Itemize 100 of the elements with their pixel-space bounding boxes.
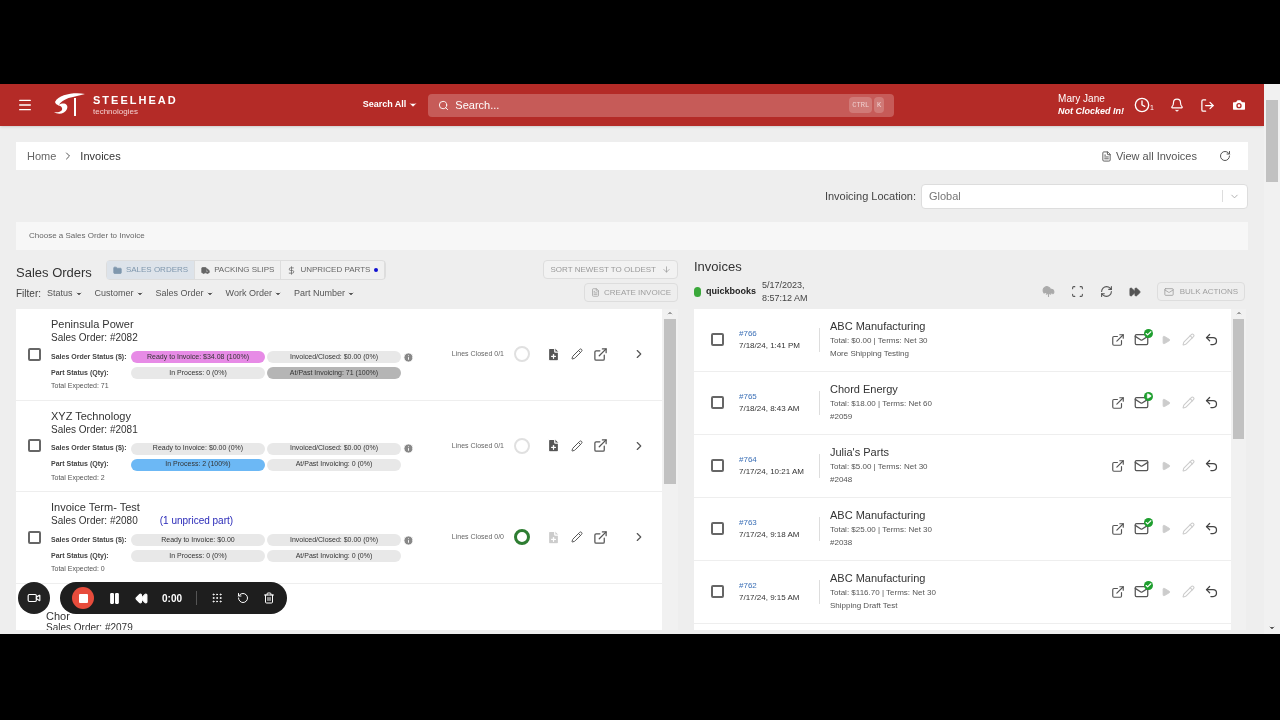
customer-name: XYZ Technology bbox=[51, 408, 132, 423]
mail-icon[interactable] bbox=[1134, 331, 1150, 348]
mail-icon[interactable] bbox=[1134, 394, 1150, 411]
edit-icon[interactable] bbox=[571, 531, 583, 544]
arrow-down-icon bbox=[662, 265, 671, 274]
brand-name: STEELHEAD bbox=[93, 94, 178, 106]
scrollbar-thumb[interactable] bbox=[664, 319, 676, 484]
location-label: Invoicing Location: bbox=[824, 188, 916, 204]
edit-icon[interactable] bbox=[571, 439, 583, 452]
grid-icon[interactable] bbox=[211, 592, 223, 604]
search-icon bbox=[438, 99, 450, 111]
sync-time: 5/17/2023, bbox=[762, 278, 806, 292]
notifications-icon[interactable] bbox=[1170, 98, 1184, 112]
menu-icon[interactable] bbox=[17, 97, 33, 113]
scan-icon[interactable] bbox=[1070, 285, 1084, 298]
mail-icon[interactable] bbox=[1134, 583, 1150, 600]
undo-icon[interactable] bbox=[1204, 332, 1219, 347]
undo-icon[interactable] bbox=[1204, 458, 1219, 473]
recording-time: 0:00 bbox=[162, 591, 182, 606]
invoice-number-link[interactable]: #762 bbox=[739, 579, 811, 592]
info-icon[interactable] bbox=[403, 443, 414, 454]
mail-icon bbox=[1163, 286, 1174, 297]
invoice-reference: #2038 bbox=[830, 537, 854, 549]
add-file-icon[interactable] bbox=[546, 346, 561, 362]
rewind-icon[interactable] bbox=[135, 591, 148, 605]
logout-icon[interactable] bbox=[1200, 97, 1215, 113]
document-icon bbox=[591, 288, 600, 297]
mail-icon[interactable] bbox=[1134, 520, 1150, 537]
external-link-icon[interactable] bbox=[1111, 584, 1125, 599]
filter-dropdown[interactable]: Sales Order bbox=[155, 286, 214, 301]
checkbox[interactable] bbox=[28, 347, 41, 361]
info-icon[interactable] bbox=[403, 534, 414, 546]
camera-icon[interactable] bbox=[1231, 97, 1247, 113]
search-scope-dropdown[interactable]: Search All bbox=[362, 98, 419, 112]
breadcrumb-link[interactable]: Home bbox=[27, 147, 57, 165]
invoice-number-link[interactable]: #766 bbox=[739, 327, 811, 340]
section-title: Invoices bbox=[694, 258, 743, 276]
section-title: Sales Orders bbox=[16, 264, 92, 282]
folder-icon bbox=[112, 265, 122, 275]
invoice-total: Total: $25.00 | Terms: Net 30 bbox=[830, 524, 932, 536]
external-link-icon[interactable] bbox=[1111, 458, 1125, 473]
location-select[interactable]: Global bbox=[921, 183, 1248, 209]
invoice-reference: Shipping Draft Test bbox=[830, 600, 899, 612]
delete-icon[interactable] bbox=[263, 592, 275, 604]
tab[interactable]: UNPRICED PARTS bbox=[281, 261, 386, 279]
fast-forward-icon[interactable] bbox=[1128, 285, 1141, 298]
video-camera-icon bbox=[27, 591, 41, 605]
clock-status: Not Clocked In! bbox=[1058, 105, 1125, 117]
refresh-icon[interactable] bbox=[1219, 150, 1231, 162]
edit-icon[interactable] bbox=[571, 348, 583, 361]
stop-button[interactable] bbox=[72, 587, 94, 609]
tab[interactable]: PACKING SLIPS bbox=[195, 261, 282, 279]
customer-name: ABC Manufacturing bbox=[830, 571, 927, 586]
scrollbar-thumb[interactable] bbox=[1233, 318, 1244, 439]
clock-icon[interactable] bbox=[1134, 97, 1151, 113]
customer-name: Peninsula Power bbox=[51, 317, 135, 331]
external-link-icon[interactable] bbox=[1111, 332, 1125, 347]
mail-icon[interactable] bbox=[1134, 457, 1150, 474]
restart-icon[interactable] bbox=[237, 592, 249, 604]
customer-name: Chord Energy bbox=[830, 382, 899, 397]
add-file-icon[interactable] bbox=[546, 438, 561, 454]
external-link-icon[interactable] bbox=[593, 529, 608, 545]
invoice-number-link[interactable]: #763 bbox=[739, 516, 811, 529]
filter-dropdown[interactable]: Work Order bbox=[225, 286, 282, 301]
checkbox[interactable] bbox=[711, 585, 724, 598]
undo-icon[interactable] bbox=[1204, 584, 1219, 599]
breadcrumb-current: Invoices bbox=[80, 148, 121, 164]
checkbox[interactable] bbox=[711, 459, 724, 472]
external-link-icon[interactable] bbox=[1111, 395, 1125, 410]
quickbooks-logo: quickbooks bbox=[706, 284, 756, 298]
scrollbar-thumb[interactable] bbox=[1266, 100, 1278, 182]
scroll-down-icon[interactable] bbox=[1268, 624, 1276, 632]
invoice-reference: More Shipping Testing bbox=[830, 348, 910, 360]
invoice-date: 7/18/24, 1:41 PM bbox=[739, 339, 801, 352]
external-link-icon[interactable] bbox=[593, 438, 608, 454]
checkbox[interactable] bbox=[28, 530, 41, 544]
filter-label: Filter: bbox=[16, 287, 41, 301]
pause-icon[interactable] bbox=[108, 591, 121, 605]
invoice-number-link[interactable]: #764 bbox=[739, 453, 811, 466]
checkbox[interactable] bbox=[711, 522, 724, 535]
filter-dropdown[interactable]: Part Number bbox=[293, 286, 355, 301]
filter-dropdown[interactable]: Status bbox=[47, 286, 83, 301]
sync-icon[interactable] bbox=[1099, 285, 1113, 298]
filter-dropdown[interactable]: Customer bbox=[94, 286, 144, 301]
checkbox[interactable] bbox=[28, 439, 41, 453]
invoice-date: 7/17/24, 9:18 AM bbox=[739, 528, 801, 541]
invoice-total: Total: $0.00 | Terms: Net 30 bbox=[830, 335, 928, 347]
checkbox[interactable] bbox=[711, 396, 724, 409]
external-link-icon[interactable] bbox=[593, 346, 608, 362]
undo-icon[interactable] bbox=[1204, 521, 1219, 536]
sales-order-number: Sales Order: #2080 bbox=[51, 514, 138, 528]
external-link-icon[interactable] bbox=[1111, 521, 1125, 536]
invoice-date: 7/17/24, 10:21 AM bbox=[739, 465, 805, 478]
checkbox[interactable] bbox=[711, 333, 724, 346]
invoice-number-link[interactable]: #765 bbox=[739, 390, 811, 403]
view-all-invoices-button[interactable]: View all Invoices bbox=[1100, 147, 1197, 165]
undo-icon[interactable] bbox=[1204, 395, 1219, 410]
unpriced-link[interactable]: (1 unpriced part) bbox=[159, 514, 234, 528]
user-name: Mary Jane bbox=[1058, 93, 1106, 105]
info-icon[interactable] bbox=[403, 351, 414, 363]
